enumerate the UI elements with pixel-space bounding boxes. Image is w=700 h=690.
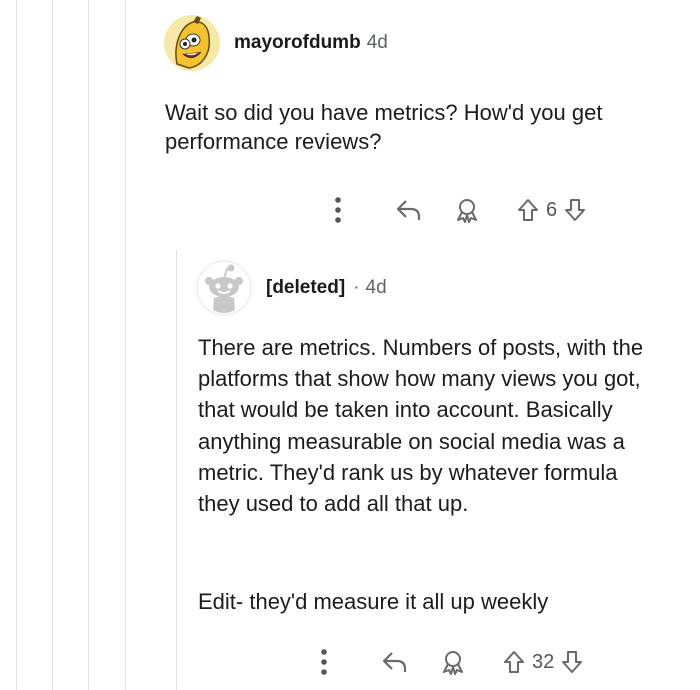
comment-author[interactable]: [deleted] <box>266 277 345 299</box>
downvote-arrow-icon <box>565 199 586 221</box>
award-button[interactable] <box>452 195 482 225</box>
thread-line[interactable] <box>52 0 53 690</box>
thread-line[interactable] <box>16 0 17 690</box>
reply-button[interactable] <box>394 195 424 225</box>
comment-header: mayorofdumb 4d <box>163 14 388 72</box>
upvote-button[interactable] <box>502 647 526 677</box>
reply-icon <box>396 200 421 220</box>
reply-button[interactable] <box>380 647 410 677</box>
comment-body: There are metrics. Numbers of posts, wit… <box>198 335 644 517</box>
thread-line[interactable] <box>88 0 89 690</box>
comment-body: Wait so did you have metrics? How'd you … <box>165 100 603 154</box>
more-vertical-icon <box>321 649 327 675</box>
comment-age: 4d <box>366 32 388 53</box>
comment-header: [deleted] · 4d <box>196 260 387 316</box>
upvote-arrow-icon <box>504 651 524 673</box>
comment-actions: 32 <box>314 646 584 678</box>
upvote-button[interactable] <box>516 195 540 225</box>
reply-icon <box>382 652 407 672</box>
comment-actions: 6 <box>328 194 587 226</box>
downvote-button[interactable] <box>563 195 587 225</box>
award-icon <box>457 199 477 223</box>
meta-separator: · <box>353 277 360 298</box>
snoo-avatar-icon[interactable] <box>196 260 252 316</box>
more-options-button[interactable] <box>328 194 348 226</box>
award-button[interactable] <box>438 647 468 677</box>
downvote-button[interactable] <box>560 647 584 677</box>
comment-age: 4d <box>365 277 387 298</box>
more-options-button[interactable] <box>314 646 334 678</box>
thread-line[interactable] <box>176 250 177 690</box>
award-icon <box>443 651 463 675</box>
downvote-arrow-icon <box>562 651 583 673</box>
comment-author[interactable]: mayorofdumb <box>234 32 361 54</box>
thread-line[interactable] <box>125 0 126 690</box>
more-vertical-icon <box>335 197 341 223</box>
vote-score: 6 <box>546 198 558 221</box>
vote-score: 32 <box>532 650 555 673</box>
comment-body-edit: Edit- they'd measure it all up weekly <box>198 589 549 614</box>
upvote-arrow-icon <box>518 199 538 221</box>
banana-avatar-icon[interactable] <box>163 14 221 72</box>
